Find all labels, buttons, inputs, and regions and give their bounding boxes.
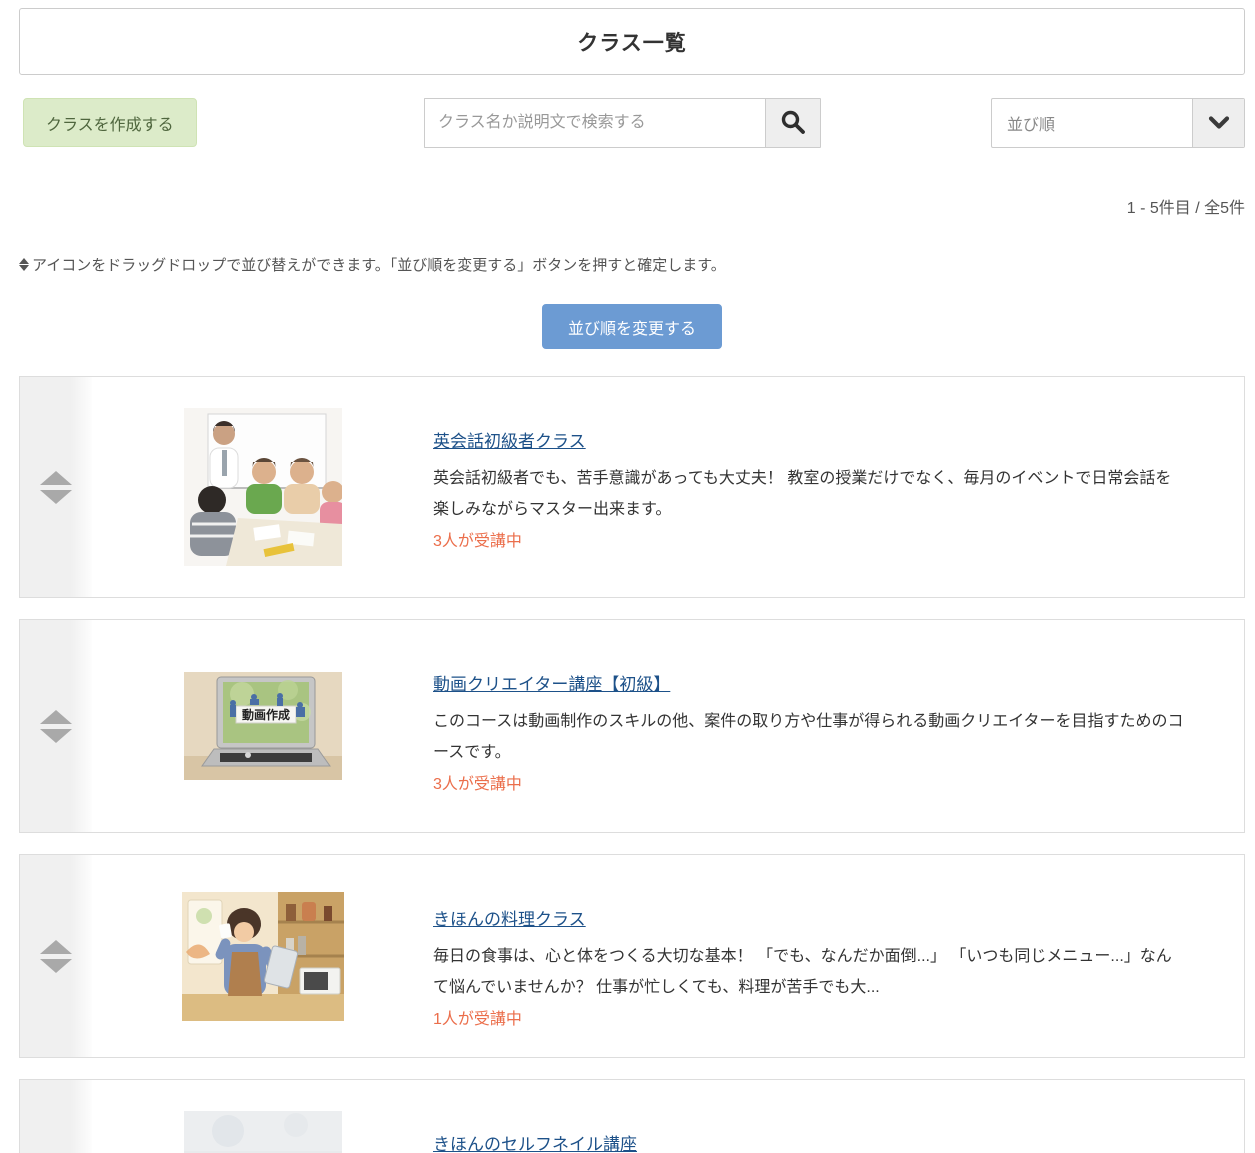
class-info: 英会話初級者クラス 英会話初級者でも、苦手意識があっても大丈夫！ 教室の授業だけ… (433, 377, 1244, 597)
enrollment-count: 3人が受講中 (433, 770, 1186, 794)
class-title-link[interactable]: きほんの料理クラス (433, 905, 586, 930)
search-input[interactable] (424, 98, 765, 148)
class-list-item: 英会話初級者クラス 英会話初級者でも、苦手意識があっても大丈夫！ 教室の授業だけ… (19, 376, 1245, 598)
sort-instruction-text: アイコンをドラッグドロップで並び替えができます。「並び順を変更する」ボタンを押す… (32, 254, 726, 275)
class-thumbnail (92, 1080, 433, 1153)
magnifier-icon (780, 109, 806, 138)
result-count: 1 - 5件目 / 全5件 (19, 194, 1245, 218)
class-thumbnail: 動画作成 (92, 620, 433, 832)
class-description: 英会話初級者でも、苦手意識があっても大丈夫！ 教室の授業だけでなく、毎月のイベン… (433, 463, 1186, 525)
page-container: クラス一覧 クラスを作成する 並び順 1 - 5件目 (0, 0, 1255, 1153)
drag-sort-icon (40, 940, 72, 973)
drag-handle[interactable] (20, 1080, 92, 1153)
apply-sort-row: 並び順を変更する (19, 304, 1245, 349)
drag-handle[interactable] (20, 855, 92, 1057)
class-description: このコースは動画制作のスキルの他、案件の取り方や仕事が得られる動画クリエイターを… (433, 706, 1186, 768)
search-button[interactable] (765, 98, 821, 148)
drag-handle[interactable] (20, 620, 92, 832)
drag-sort-icon (40, 710, 72, 743)
class-thumbnail (92, 855, 433, 1057)
sort-instruction: アイコンをドラッグドロップで並び替えができます。「並び順を変更する」ボタンを押す… (19, 254, 1245, 275)
page-title: クラス一覧 (577, 27, 687, 57)
class-description: 毎日の食事は、心と体をつくる大切な基本！ 「でも、なんだか面倒...」 「いつも… (433, 941, 1186, 1003)
class-list-item: きほんの料理クラス 毎日の食事は、心と体をつくる大切な基本！ 「でも、なんだか面… (19, 854, 1245, 1058)
class-info: きほんのセルフネイル講座 (433, 1080, 1244, 1153)
drag-sort-icon (19, 258, 29, 271)
class-title-link[interactable]: 動画クリエイター講座【初級】 (433, 670, 670, 695)
kitchen-cooking-class-photo (182, 892, 344, 1021)
drag-sort-icon (40, 471, 72, 504)
class-info: 動画クリエイター講座【初級】 このコースは動画制作のスキルの他、案件の取り方や仕… (433, 620, 1244, 832)
create-class-button[interactable]: クラスを作成する (23, 98, 197, 147)
class-list: 英会話初級者クラス 英会話初級者でも、苦手意識があっても大丈夫！ 教室の授業だけ… (19, 376, 1245, 1153)
sort-order-selected-value: 並び順 (992, 99, 1192, 147)
drag-handle[interactable] (20, 377, 92, 597)
class-list-item: 動画作成 動画クリエイター講座【初級】 このコースは動画制作のスキルの他、案件の… (19, 619, 1245, 833)
class-info: きほんの料理クラス 毎日の食事は、心と体をつくる大切な基本！ 「でも、なんだか面… (433, 855, 1244, 1057)
toolbar: クラスを作成する 並び順 (19, 98, 1245, 148)
search-group (424, 98, 821, 148)
laptop-video-creation-photo: 動画作成 (184, 672, 342, 780)
class-title-link[interactable]: きほんのセルフネイル講座 (433, 1130, 637, 1153)
enrollment-count: 1人が受講中 (433, 1005, 1186, 1029)
class-thumbnail (92, 377, 433, 597)
class-title-link[interactable]: 英会話初級者クラス (433, 427, 586, 452)
thumbnail-caption: 動画作成 (241, 707, 289, 722)
english-conversation-classroom-photo (184, 408, 342, 566)
page-header: クラス一覧 (19, 8, 1245, 75)
enrollment-count: 3人が受講中 (433, 527, 1186, 551)
class-list-item: きほんのセルフネイル講座 (19, 1079, 1245, 1153)
sort-order-select[interactable]: 並び順 (991, 98, 1245, 148)
self-nail-course-photo (184, 1111, 342, 1153)
apply-sort-order-button[interactable]: 並び順を変更する (542, 304, 722, 349)
chevron-down-icon (1192, 99, 1244, 147)
